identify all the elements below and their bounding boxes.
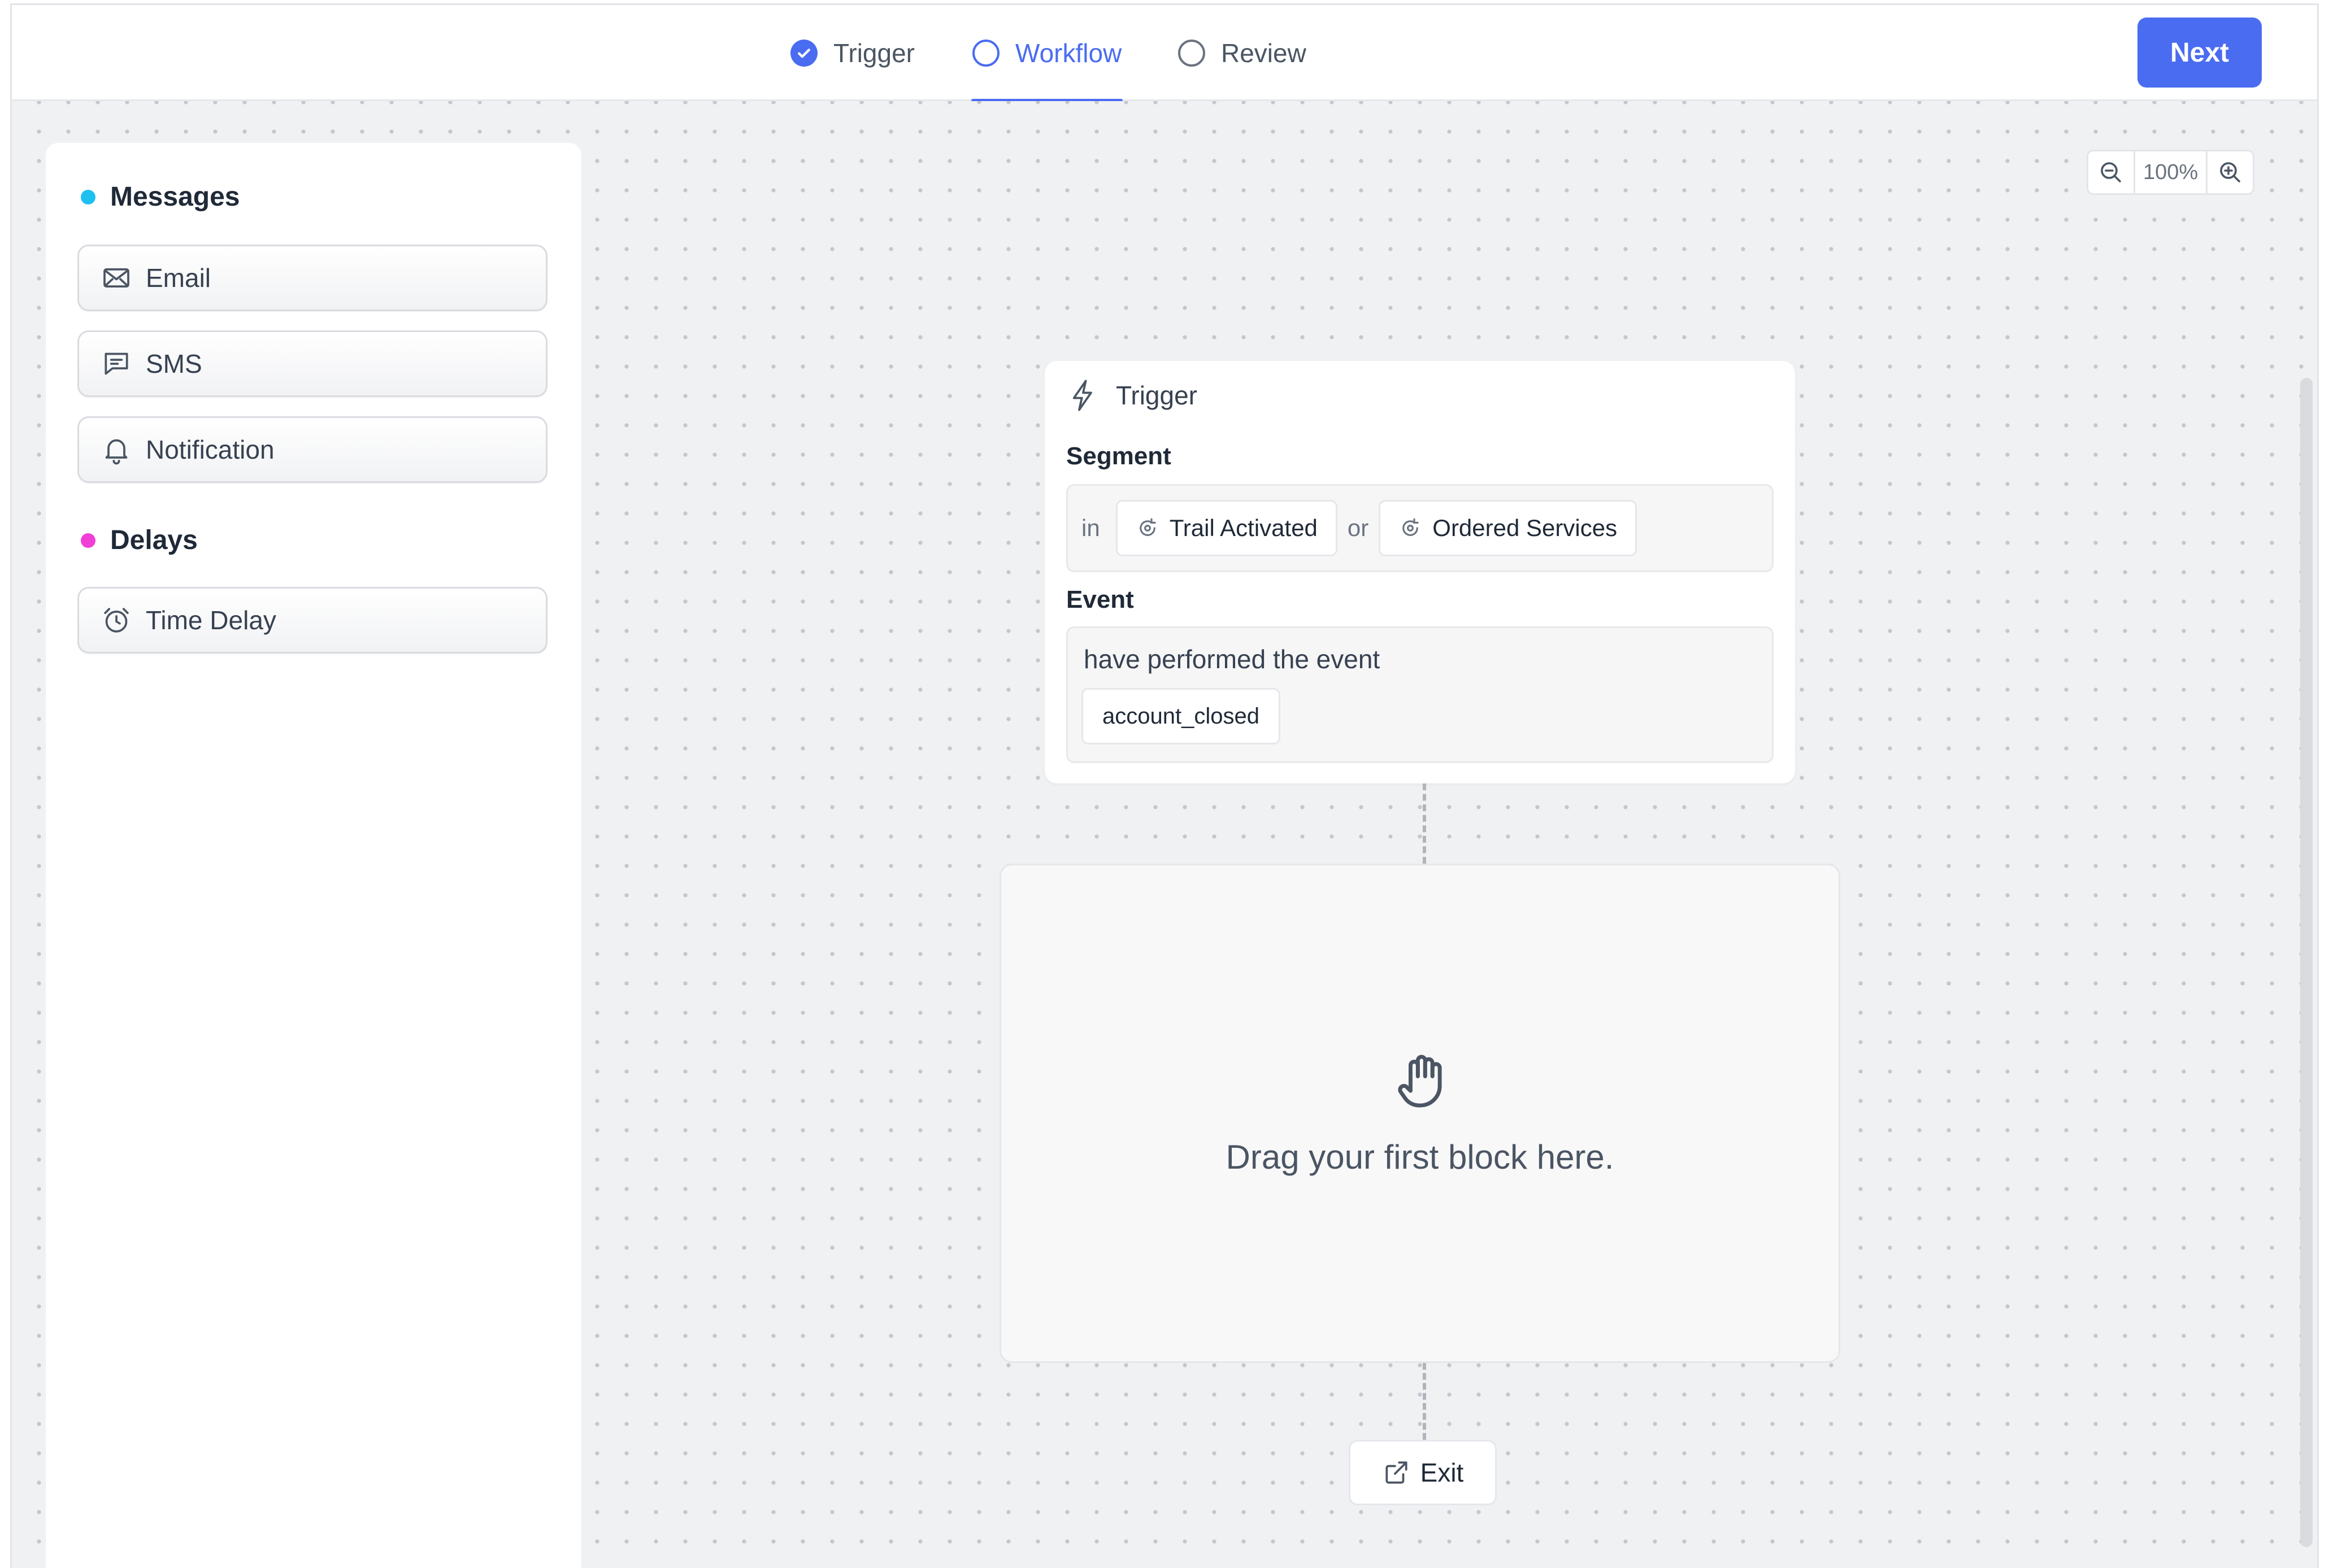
zoom-out-icon [2097,159,2124,186]
segment-icon [1136,516,1159,540]
top-bar: Trigger Workflow Review Next [12,5,2317,102]
palette-item-sms[interactable]: SMS [77,330,548,397]
segment-chip-ordered-services[interactable]: Ordered Services [1379,500,1637,556]
step-trigger[interactable]: Trigger [790,5,915,101]
next-button[interactable]: Next [2137,18,2262,88]
segment-label: Segment [1066,442,1171,470]
mail-icon [101,262,132,294]
connector-line [1423,1363,1426,1440]
chat-icon [101,348,132,380]
delays-dot [81,533,95,548]
circle-icon [1178,40,1205,67]
event-description: have performed the event [1084,644,1380,674]
event-box: have performed the event account_closed [1066,626,1774,763]
step-trigger-label: Trigger [833,38,915,68]
zoom-in-icon [2217,159,2244,186]
event-label: Event [1066,586,1134,613]
palette-item-label: Time Delay [146,606,276,635]
messages-dot [81,189,95,204]
zoom-in-button[interactable] [2208,151,2253,193]
check-circle-icon [790,40,818,67]
circle-icon [972,40,1000,67]
hand-grab-icon [1393,1049,1452,1113]
lightning-icon [1067,378,1099,413]
external-link-icon [1382,1458,1410,1487]
bell-icon [101,434,132,465]
palette-item-label: Email [146,263,211,293]
block-palette: Messages Email SMS Notification Delays T… [46,143,581,1568]
drop-zone-text: Drag your first block here. [1226,1138,1614,1176]
segment-icon [1398,516,1422,540]
palette-item-time-delay[interactable]: Time Delay [77,587,548,654]
segment-joiner: or [1347,515,1369,541]
exit-label: Exit [1420,1458,1464,1487]
segment-chip-trail-activated[interactable]: Trail Activated [1115,500,1337,556]
section-messages-title: Messages [110,182,240,212]
zoom-out-button[interactable] [2088,151,2134,193]
step-workflow[interactable]: Workflow [971,5,1123,102]
trigger-card-title: Trigger [1116,381,1197,410]
event-chip[interactable]: account_closed [1081,688,1280,744]
segment-chip-label: Ordered Services [1432,515,1618,541]
segment-chip-label: Trail Activated [1169,515,1318,541]
step-workflow-label: Workflow [1015,38,1122,68]
segment-box: in Trail Activated or Ordered Services [1066,484,1774,572]
block-drop-zone[interactable]: Drag your first block here. [1000,864,1840,1363]
segment-prefix: in [1081,515,1100,541]
palette-item-label: Notification [146,435,275,464]
palette-item-email[interactable]: Email [77,245,548,311]
alarm-clock-icon [101,604,132,636]
zoom-control: 100% [2087,150,2255,195]
connector-line [1423,783,1426,864]
palette-item-notification[interactable]: Notification [77,416,548,483]
workflow-canvas[interactable]: Messages Email SMS Notification Delays T… [12,101,2317,1568]
zoom-level: 100% [2134,151,2208,193]
step-review-label: Review [1221,38,1306,68]
trigger-card[interactable]: Trigger Segment in Trail Activated or Or… [1045,361,1795,783]
vertical-scrollbar[interactable] [2300,378,2313,1547]
section-messages: Messages [81,181,240,212]
workflow-builder-window: Trigger Workflow Review Next Messages Em… [10,3,2319,1568]
step-review[interactable]: Review [1178,5,1306,101]
section-delays-title: Delays [110,525,198,555]
segment-row: in Trail Activated or Ordered Services [1081,499,1637,557]
exit-node[interactable]: Exit [1349,1440,1497,1505]
section-delays: Delays [81,525,198,556]
palette-item-label: SMS [146,349,202,378]
trigger-card-header: Trigger [1067,378,1197,413]
